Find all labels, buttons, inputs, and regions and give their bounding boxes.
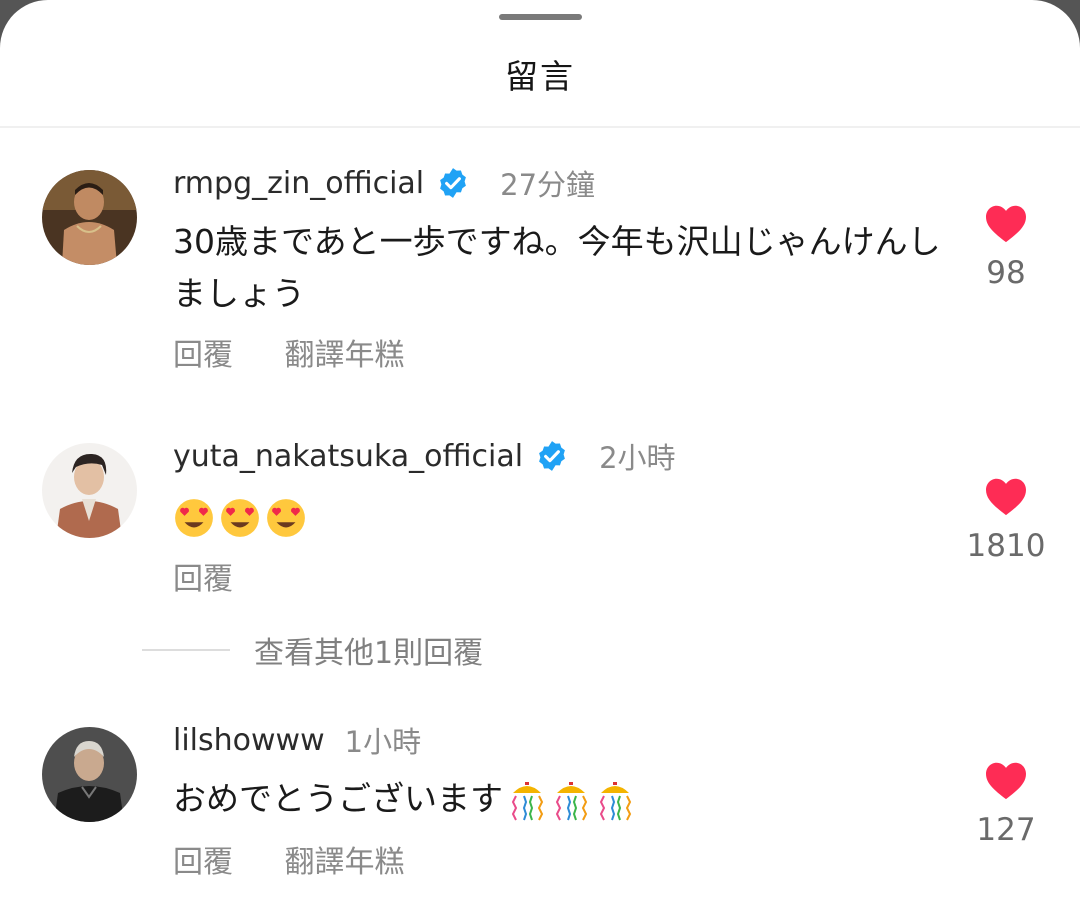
comment-meta: yuta_nakatsuka_official 2小時: [173, 436, 676, 476]
sheet-drag-handle[interactable]: [499, 14, 582, 20]
comment-text-body: おめでとうございます: [173, 779, 503, 818]
heart-eyes-emoji: [267, 498, 305, 537]
like-count: 127: [976, 812, 1036, 848]
like-count: 98: [986, 255, 1026, 291]
reply-button[interactable]: 回覆: [173, 845, 233, 880]
sheet-title: 留言: [505, 57, 575, 96]
verified-badge-icon: [539, 441, 565, 471]
username[interactable]: yuta_nakatsuka_official: [173, 439, 523, 474]
view-more-replies[interactable]: 查看其他1則回覆: [142, 628, 483, 672]
comment-text: おめでとうございます: [173, 773, 943, 825]
avatar[interactable]: [42, 443, 137, 538]
avatar[interactable]: [42, 170, 137, 265]
like-button[interactable]: 98: [960, 203, 1052, 291]
comment-meta: lilshowww 1小時: [173, 720, 421, 760]
confetti-emoji: [599, 781, 632, 820]
comment-text: [173, 490, 943, 542]
like-count: 1810: [966, 528, 1046, 564]
view-more-replies-label[interactable]: 查看其他1則回覆: [254, 628, 483, 672]
heart-icon: [986, 205, 1026, 243]
confetti-emoji: [555, 781, 588, 820]
username[interactable]: rmpg_zin_official: [173, 166, 424, 201]
reply-button[interactable]: 回覆: [173, 338, 233, 373]
comment-text: 30歳まであと一歩ですね。今年も沢山じゃんけんしましょう: [173, 222, 941, 313]
comments-sheet: 留言 rmpg_zin_official 27分鐘 30歳まであと一歩ですね。今…: [0, 0, 1080, 905]
like-button[interactable]: 1810: [960, 476, 1052, 564]
header-divider: [0, 126, 1080, 128]
timestamp: 1小時: [344, 725, 422, 759]
avatar[interactable]: [42, 727, 137, 822]
translate-button[interactable]: 翻譯年糕: [285, 845, 405, 880]
timestamp: 2小時: [599, 441, 676, 475]
heart-icon: [986, 762, 1026, 800]
confetti-emoji: [511, 781, 544, 820]
verified-badge-icon: [440, 168, 467, 198]
comment-actions: 回覆: [173, 554, 233, 598]
replies-divider-line: [142, 649, 230, 651]
timestamp: 27分鐘: [500, 168, 596, 202]
comment-actions: 回覆 翻譯年糕: [173, 330, 405, 374]
heart-eyes-emoji: [221, 498, 259, 537]
username[interactable]: lilshowww: [173, 723, 325, 758]
reply-button[interactable]: 回覆: [173, 562, 233, 597]
comment-actions: 回覆 翻譯年糕: [173, 837, 405, 881]
heart-eyes-emoji: [175, 498, 213, 537]
like-button[interactable]: 127: [960, 760, 1052, 848]
comment-meta: rmpg_zin_official 27分鐘: [173, 163, 595, 203]
translate-button[interactable]: 翻譯年糕: [285, 338, 405, 373]
heart-icon: [986, 478, 1026, 516]
